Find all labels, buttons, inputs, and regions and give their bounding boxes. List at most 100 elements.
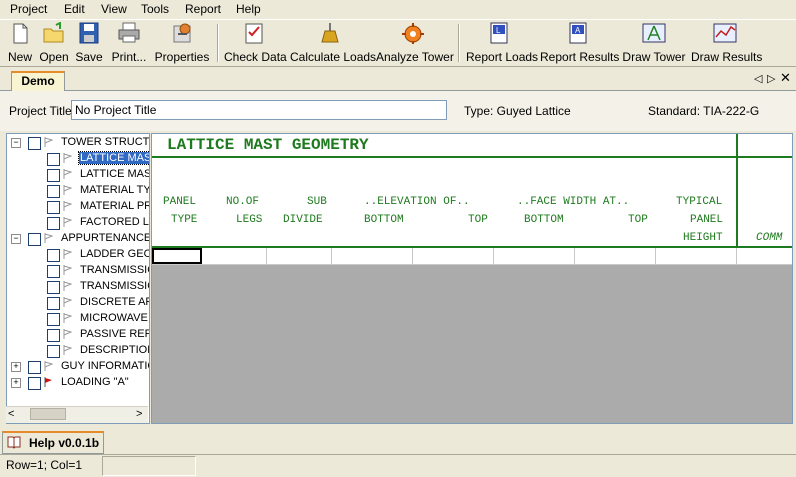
menu-bar: Project Edit View Tools Report Help xyxy=(0,0,796,19)
tower-type-text: Type: Guyed Lattice xyxy=(464,104,571,118)
toolbar-separator xyxy=(458,24,460,62)
open-button[interactable]: Open xyxy=(37,21,71,64)
header-legs-line2: LEGS xyxy=(236,214,263,226)
menu-view[interactable]: View xyxy=(101,2,127,16)
menu-help[interactable]: Help xyxy=(236,2,261,16)
draw-tower-icon xyxy=(642,22,666,44)
grid-cell-selected[interactable] xyxy=(152,248,202,264)
new-button[interactable]: New xyxy=(5,22,35,64)
tree-label: DISCRETE AP xyxy=(80,296,150,308)
grid-cell[interactable] xyxy=(575,248,656,264)
flag-icon xyxy=(63,185,72,195)
flag-icon xyxy=(63,313,72,323)
menu-report[interactable]: Report xyxy=(185,2,221,16)
analyze-tower-button[interactable]: Analyze Tower xyxy=(376,22,454,64)
tree-checkbox[interactable] xyxy=(47,217,60,230)
tree-node-lattice-mast-geometry[interactable]: LATTICE MAS xyxy=(7,151,149,167)
properties-button[interactable]: Properties xyxy=(154,22,210,64)
report-loads-button[interactable]: L Report Loads xyxy=(466,22,538,64)
tree-node-loading-a[interactable]: + LOADING "A" xyxy=(7,375,147,391)
help-tab[interactable]: Help v0.0.1b xyxy=(2,431,104,454)
tree-label: TRANSMISSIO xyxy=(80,280,150,292)
flag-icon xyxy=(44,233,53,243)
grid-cell[interactable] xyxy=(656,248,737,264)
tree-node-ladder-geometry[interactable]: LADDER GEO xyxy=(7,247,149,263)
collapse-icon[interactable]: − xyxy=(11,138,21,148)
tree-checkbox[interactable] xyxy=(28,137,41,150)
tree-node-tower-structure[interactable]: − TOWER STRUCTU xyxy=(7,135,149,151)
project-title-input[interactable] xyxy=(71,100,447,120)
tree-checkbox[interactable] xyxy=(28,361,41,374)
menu-project[interactable]: Project xyxy=(10,2,47,16)
draw-tower-button[interactable]: Draw Tower xyxy=(622,22,686,64)
tree-horizontal-scrollbar[interactable]: < > xyxy=(6,406,148,423)
check-data-button[interactable]: Check Data xyxy=(224,22,287,64)
grid-cell[interactable] xyxy=(494,248,575,264)
collapse-icon[interactable]: − xyxy=(11,234,21,244)
header-typical-line1: TYPICAL xyxy=(676,196,723,208)
header-sub-line2: DIVIDE xyxy=(283,214,323,226)
tree-label: APPURTENANCES xyxy=(61,232,150,244)
tab-demo[interactable]: Demo xyxy=(11,71,65,91)
tree-label: MATERIAL PR xyxy=(80,200,150,212)
expand-icon[interactable]: + xyxy=(11,378,21,388)
scroll-right-icon[interactable]: > xyxy=(136,408,142,420)
calculate-loads-button[interactable]: Calculate Loads xyxy=(290,22,376,64)
grid-cell[interactable] xyxy=(332,248,413,264)
tree-checkbox[interactable] xyxy=(47,281,60,294)
tree-node-guy-information[interactable]: + GUY INFORMATIC xyxy=(7,359,149,375)
menu-edit[interactable]: Edit xyxy=(64,2,85,16)
flag-icon xyxy=(63,345,72,355)
draw-results-label: Draw Results xyxy=(691,50,763,64)
save-button[interactable]: Save xyxy=(73,22,105,64)
tree-checkbox[interactable] xyxy=(47,153,60,166)
tree-checkbox[interactable] xyxy=(47,313,60,326)
weights-icon xyxy=(318,22,342,44)
report-results-label: Report Results xyxy=(540,50,620,64)
tree-node-material-properties[interactable]: MATERIAL PR xyxy=(7,199,150,215)
expand-icon[interactable]: + xyxy=(11,362,21,372)
tree-node-factored-legs[interactable]: FACTORED LE xyxy=(7,215,149,231)
grid-cell[interactable] xyxy=(413,248,494,264)
menu-tools[interactable]: Tools xyxy=(141,2,169,16)
svg-text:L: L xyxy=(496,26,501,35)
tree-node-transmission-1[interactable]: TRANSMISSIO xyxy=(7,263,149,279)
tree-node-discrete-appurtenance[interactable]: DISCRETE AP xyxy=(7,295,150,311)
tree-checkbox[interactable] xyxy=(47,265,60,278)
tree-node-transmission-2[interactable]: TRANSMISSIO xyxy=(7,279,150,295)
header-elevation-top: TOP xyxy=(468,214,488,226)
scroll-thumb[interactable] xyxy=(30,408,66,420)
tree-checkbox[interactable] xyxy=(28,233,41,246)
tree-node-material-type[interactable]: MATERIAL TY xyxy=(7,183,149,199)
report-results-button[interactable]: A Report Results xyxy=(540,22,620,64)
grid-cell[interactable] xyxy=(737,248,792,264)
tab-scroll-left-icon[interactable]: ◁ xyxy=(754,72,762,85)
tree-node-microwave[interactable]: MICROWAVE xyxy=(7,311,148,327)
tree-checkbox[interactable] xyxy=(47,297,60,310)
tree-checkbox[interactable] xyxy=(47,249,60,262)
tree-checkbox[interactable] xyxy=(47,201,60,214)
tree-node-appurtenances[interactable]: − APPURTENANCES xyxy=(7,231,150,247)
close-tab-icon[interactable]: ✕ xyxy=(780,70,791,86)
print-button[interactable]: Print... xyxy=(108,22,150,64)
svg-text:A: A xyxy=(575,26,581,35)
save-label: Save xyxy=(75,50,103,64)
header-comments: COMM xyxy=(756,232,783,244)
open-label: Open xyxy=(39,50,69,64)
draw-results-button[interactable]: Draw Results xyxy=(691,22,763,64)
tree-checkbox[interactable] xyxy=(47,329,60,342)
tree-checkbox[interactable] xyxy=(47,169,60,182)
tree-node-description[interactable]: DESCRIPTION xyxy=(7,343,149,359)
tree-node-lattice-mast[interactable]: LATTICE MAS xyxy=(7,167,149,183)
tab-scroll-right-icon[interactable]: ▷ xyxy=(767,72,775,85)
tree-checkbox[interactable] xyxy=(47,185,60,198)
tree-label: PASSIVE REF xyxy=(80,328,150,340)
tree-checkbox[interactable] xyxy=(47,345,60,358)
scroll-left-icon[interactable]: < xyxy=(8,408,14,420)
header-legs-line1: NO.OF xyxy=(226,196,260,208)
analyze-tower-label: Analyze Tower xyxy=(376,50,454,64)
grid-cell[interactable] xyxy=(267,248,332,264)
grid-cell[interactable] xyxy=(202,248,267,264)
tree-checkbox[interactable] xyxy=(28,377,41,390)
tree-node-passive-reflector[interactable]: PASSIVE REF xyxy=(7,327,150,343)
